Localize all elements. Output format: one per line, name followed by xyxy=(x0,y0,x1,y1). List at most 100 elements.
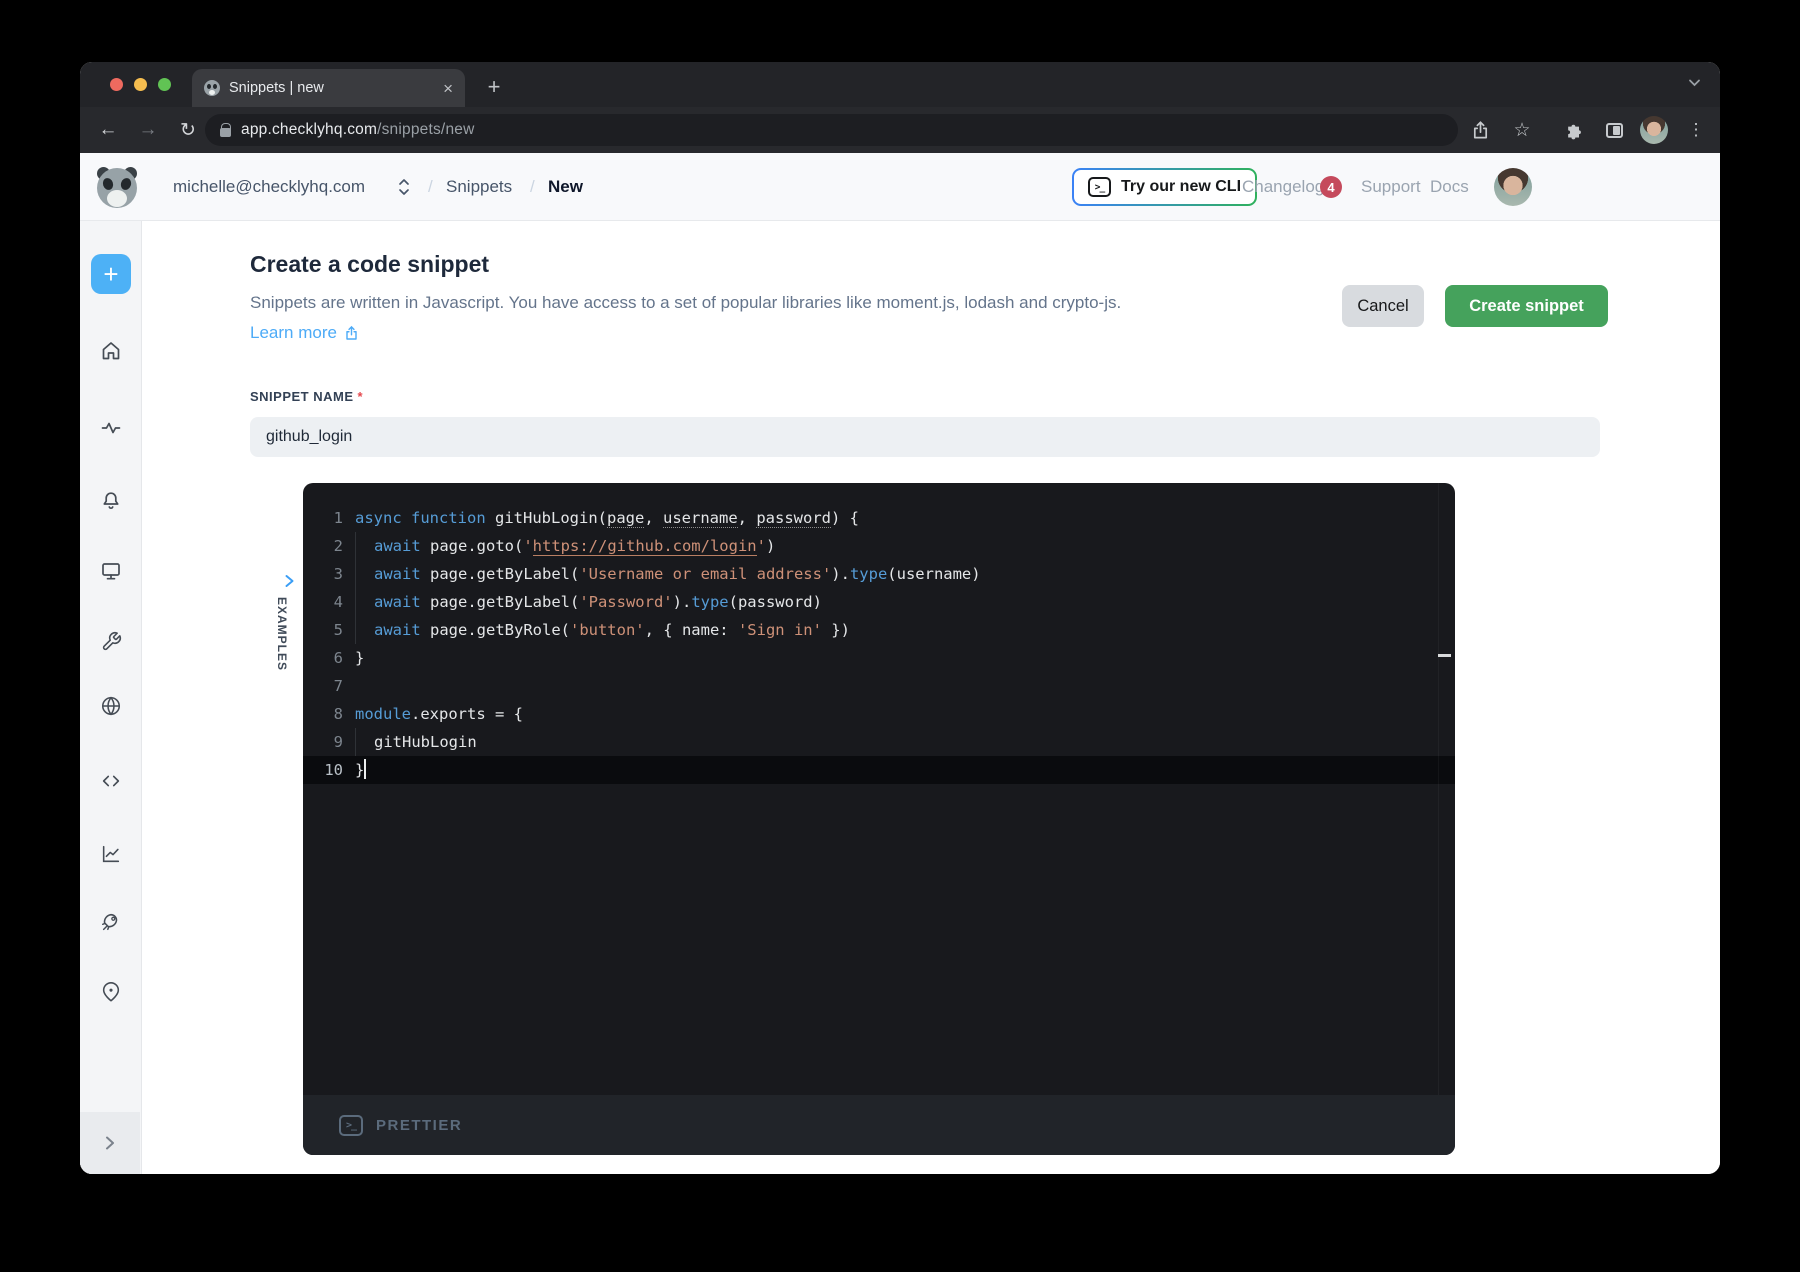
extensions-puzzle-icon[interactable] xyxy=(1556,107,1592,153)
line-number: 8 xyxy=(303,700,343,728)
docs-link[interactable]: Docs xyxy=(1430,153,1469,221)
code-lines: 1async function gitHubLogin(page, userna… xyxy=(303,483,1455,1095)
browser-window: Snippets | new × + ← → ↻ app.checklyhq.c… xyxy=(80,62,1720,1174)
sidebar-deployments-rocket-icon[interactable] xyxy=(80,910,142,934)
breadcrumb-current: New xyxy=(548,153,583,221)
overview-ruler-cursor-mark xyxy=(1438,654,1451,657)
breadcrumb-separator: / xyxy=(530,153,535,221)
address-bar[interactable]: app.checklyhq.com/snippets/new xyxy=(205,114,1458,146)
line-number: 3 xyxy=(303,560,343,588)
code-line-1[interactable]: 1async function gitHubLogin(page, userna… xyxy=(303,504,1455,532)
examples-tab[interactable]: EXAMPLES xyxy=(275,597,289,671)
tab-close-icon[interactable]: × xyxy=(443,80,453,97)
snippet-name-input[interactable] xyxy=(250,417,1600,457)
account-switcher-chevrons-icon[interactable] xyxy=(396,153,412,221)
external-link-icon xyxy=(344,325,359,341)
sidebar-home-icon[interactable] xyxy=(80,339,142,363)
cancel-button[interactable]: Cancel xyxy=(1342,285,1424,327)
line-code: await page.goto('https://github.com/logi… xyxy=(355,532,775,560)
tab-favicon-checkly-icon xyxy=(204,80,220,96)
examples-expand-chevron-icon[interactable] xyxy=(282,573,297,589)
screenshot-stage: Snippets | new × + ← → ↻ app.checklyhq.c… xyxy=(0,0,1800,1272)
breadcrumb-snippets[interactable]: Snippets xyxy=(446,153,512,221)
code-line-7[interactable]: 7 xyxy=(303,672,1455,700)
macos-minimize-button[interactable] xyxy=(134,78,147,91)
ssl-lock-icon[interactable] xyxy=(220,128,231,137)
changelog-link[interactable]: Changelog xyxy=(1242,153,1324,221)
code-line-2[interactable]: 2 await page.goto('https://github.com/lo… xyxy=(303,532,1455,560)
sidebar-private-locations-globe-icon[interactable] xyxy=(80,694,142,718)
code-line-4[interactable]: 4 await page.getByLabel('Password').type… xyxy=(303,588,1455,616)
sidebar-analytics-chart-icon[interactable] xyxy=(80,842,142,866)
tab-search-chevron-icon[interactable] xyxy=(1687,77,1702,89)
tab-title: Snippets | new xyxy=(229,80,434,96)
code-line-9[interactable]: 9 gitHubLogin xyxy=(303,728,1455,756)
code-line-8[interactable]: 8 module.exports = { xyxy=(303,700,1455,728)
line-code: } xyxy=(355,644,364,672)
required-asterisk: * xyxy=(358,389,364,404)
line-number: 9 xyxy=(303,728,343,756)
app-header: michelle@checklyhq.com / Snippets / New … xyxy=(80,153,1720,221)
page-description: Snippets are written in Javascript. You … xyxy=(250,293,1121,313)
browser-profile-avatar[interactable] xyxy=(1636,107,1672,153)
code-line-3[interactable]: 3 await page.getByLabel('Username or ema… xyxy=(303,560,1455,588)
line-code: gitHubLogin xyxy=(355,728,477,756)
changelog-count-badge: 4 xyxy=(1320,176,1342,198)
code-line-5[interactable]: 5 await page.getByRole('button', { name:… xyxy=(303,616,1455,644)
line-code: async function gitHubLogin(page, usernam… xyxy=(355,504,859,532)
sidebar-collapse-chevron-icon xyxy=(102,1134,118,1152)
create-new-button[interactable]: + xyxy=(91,254,131,294)
line-number: 2 xyxy=(303,532,343,560)
line-code: await page.getByLabel('Username or email… xyxy=(355,560,981,588)
try-cli-button[interactable]: >_ Try our new CLI xyxy=(1072,168,1257,206)
sidebar-locations-pin-icon[interactable] xyxy=(80,980,142,1004)
sidebar-maintenance-wrench-icon[interactable] xyxy=(80,629,142,653)
prettier-terminal-icon: >_ xyxy=(339,1115,363,1136)
reload-button[interactable]: ↻ xyxy=(168,119,208,142)
share-icon[interactable] xyxy=(1462,107,1498,153)
sidebar-snippets-code-icon[interactable] xyxy=(80,769,142,793)
line-code: await page.getByLabel('Password').type(p… xyxy=(355,588,822,616)
browser-tab[interactable]: Snippets | new × xyxy=(192,69,465,107)
create-snippet-button[interactable]: Create snippet xyxy=(1445,285,1608,327)
browser-menu-kebab-icon[interactable]: ⋮ xyxy=(1678,107,1714,153)
line-number: 10 xyxy=(303,756,343,784)
forward-button[interactable]: → xyxy=(128,119,168,141)
macos-close-button[interactable] xyxy=(110,78,123,91)
tab-strip: Snippets | new × + xyxy=(80,62,1720,107)
account-switcher[interactable]: michelle@checklyhq.com xyxy=(173,153,365,221)
url-text[interactable]: app.checklyhq.com/snippets/new xyxy=(241,121,474,139)
breadcrumb-separator: / xyxy=(428,153,433,221)
sidebar-collapse-band[interactable] xyxy=(80,1112,140,1174)
editor-scrollbar[interactable] xyxy=(1438,483,1439,1095)
sidebar-alerts-bell-icon[interactable] xyxy=(80,489,142,513)
line-code: } xyxy=(355,756,366,784)
page-title: Create a code snippet xyxy=(250,251,489,278)
line-number: 5 xyxy=(303,616,343,644)
sidebar-dashboards-monitor-icon[interactable] xyxy=(80,559,142,583)
back-button[interactable]: ← xyxy=(88,119,128,141)
checkly-logo[interactable] xyxy=(96,167,138,209)
line-number: 6 xyxy=(303,644,343,672)
editor-footer: >_ PRETTIER xyxy=(303,1095,1455,1155)
main-content: Create a code snippet Snippets are writt… xyxy=(142,221,1720,1174)
line-code: module.exports = { xyxy=(355,700,523,728)
terminal-icon: >_ xyxy=(1088,177,1111,197)
code-editor[interactable]: 1async function gitHubLogin(page, userna… xyxy=(303,483,1455,1155)
new-tab-button[interactable]: + xyxy=(480,73,508,101)
browser-toolbar: ← → ↻ app.checklyhq.com/snippets/new ☆ ⋮ xyxy=(80,107,1720,153)
app-body: + xyxy=(80,221,1720,1174)
side-panel-icon[interactable] xyxy=(1596,107,1632,153)
support-link[interactable]: Support xyxy=(1361,153,1421,221)
user-avatar[interactable] xyxy=(1494,153,1532,221)
sidebar-monitoring-pulse-icon[interactable] xyxy=(80,416,142,440)
learn-more-link[interactable]: Learn more xyxy=(250,323,359,343)
code-line-10[interactable]: 10} xyxy=(303,756,1455,784)
code-line-6[interactable]: 6} xyxy=(303,644,1455,672)
macos-zoom-button[interactable] xyxy=(158,78,171,91)
sidebar: + xyxy=(80,221,142,1174)
snippet-name-label: SNIPPET NAME* xyxy=(250,389,363,404)
bookmark-star-icon[interactable]: ☆ xyxy=(1504,107,1540,153)
line-number: 7 xyxy=(303,672,343,700)
line-code: await page.getByRole('button', { name: '… xyxy=(355,616,850,644)
